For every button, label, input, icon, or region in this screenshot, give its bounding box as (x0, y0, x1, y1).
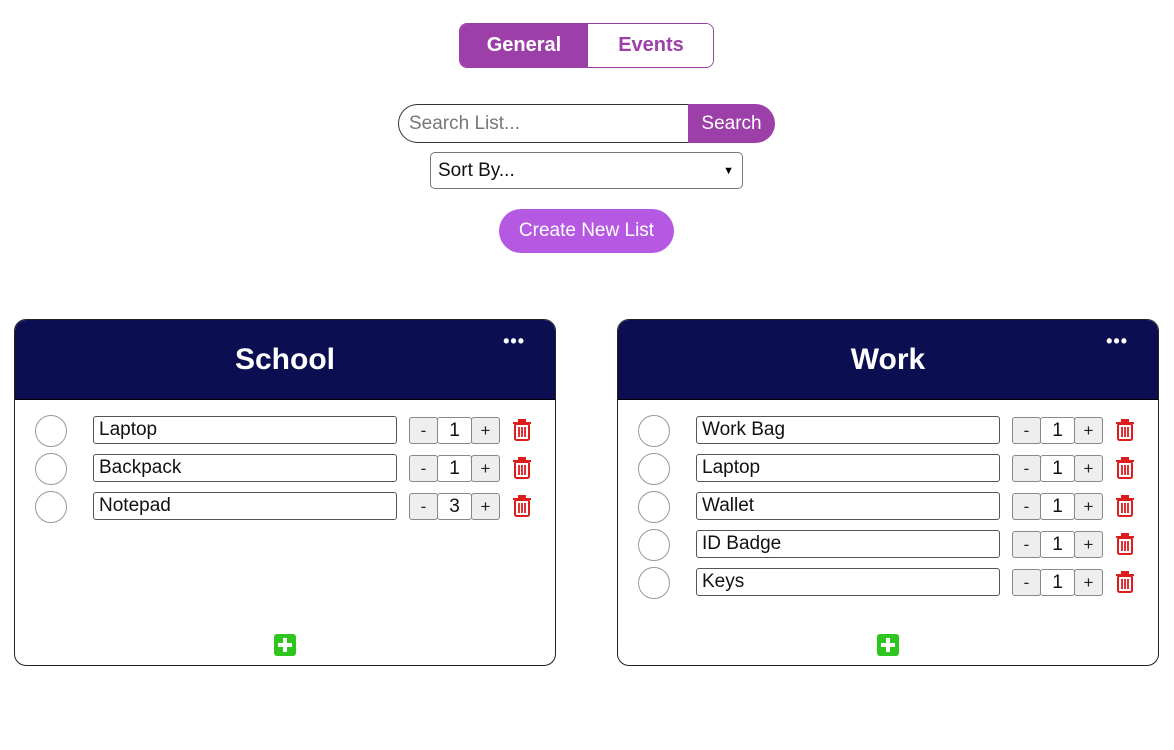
decrease-quantity-button[interactable]: - (1012, 569, 1041, 596)
add-item-icon[interactable] (274, 634, 296, 656)
list-title: Work (850, 342, 926, 376)
search-input[interactable] (398, 104, 688, 143)
item-check-circle[interactable] (638, 415, 670, 447)
decrease-quantity-button[interactable]: - (409, 455, 438, 482)
trash-icon[interactable] (1115, 570, 1135, 594)
list-items: -1+-1+-1+-1+-1+ (618, 415, 1158, 606)
item-name-input[interactable] (696, 568, 1000, 596)
item-check-circle[interactable] (35, 491, 67, 523)
dropdown-caret-icon: ▼ (723, 164, 734, 177)
list-item: -1+ (618, 453, 1158, 492)
quantity-value[interactable]: 1 (437, 455, 472, 482)
item-name-input[interactable] (93, 492, 397, 520)
decrease-quantity-button[interactable]: - (1012, 417, 1041, 444)
trash-icon[interactable] (512, 456, 532, 480)
more-options-icon[interactable]: ••• (1106, 332, 1128, 350)
item-name-input[interactable] (696, 416, 1000, 444)
quantity-value[interactable]: 1 (1040, 455, 1075, 482)
list-card-header: Work ••• (618, 320, 1158, 400)
item-name-input[interactable] (696, 454, 1000, 482)
decrease-quantity-button[interactable]: - (409, 417, 438, 444)
quantity-value[interactable]: 1 (1040, 569, 1075, 596)
list-item: -1+ (618, 415, 1158, 454)
trash-icon[interactable] (1115, 532, 1135, 556)
list-item: -1+ (15, 453, 555, 492)
decrease-quantity-button[interactable]: - (1012, 531, 1041, 558)
list-item: -1+ (618, 491, 1158, 530)
list-item: -3+ (15, 491, 555, 530)
item-check-circle[interactable] (35, 415, 67, 447)
quantity-value[interactable]: 3 (437, 493, 472, 520)
quantity-value[interactable]: 1 (1040, 493, 1075, 520)
list-card-header: School ••• (15, 320, 555, 400)
search-button[interactable]: Search (688, 104, 775, 143)
add-item-icon[interactable] (877, 634, 899, 656)
tab-general[interactable]: General (460, 24, 588, 67)
quantity-value[interactable]: 1 (1040, 417, 1075, 444)
item-name-input[interactable] (93, 454, 397, 482)
item-name-input[interactable] (93, 416, 397, 444)
list-card-work: Work•••-1+-1+-1+-1+-1+ (617, 319, 1159, 666)
item-check-circle[interactable] (638, 453, 670, 485)
increase-quantity-button[interactable]: + (471, 493, 500, 520)
trash-icon[interactable] (1115, 456, 1135, 480)
list-title: School (234, 342, 335, 376)
list-card-school: School•••-1+-1+-3+ (14, 319, 556, 666)
increase-quantity-button[interactable]: + (1074, 569, 1103, 596)
decrease-quantity-button[interactable]: - (1012, 493, 1041, 520)
create-new-list-button[interactable]: Create New List (499, 209, 674, 253)
list-item: -1+ (618, 529, 1158, 568)
tab-events[interactable]: Events (588, 24, 713, 67)
item-name-input[interactable] (696, 530, 1000, 558)
more-options-icon[interactable]: ••• (503, 332, 525, 350)
item-check-circle[interactable] (35, 453, 67, 485)
item-name-input[interactable] (696, 492, 1000, 520)
trash-icon[interactable] (1115, 418, 1135, 442)
quantity-value[interactable]: 1 (437, 417, 472, 444)
increase-quantity-button[interactable]: + (1074, 455, 1103, 482)
list-item: -1+ (15, 415, 555, 454)
list-item: -1+ (618, 567, 1158, 606)
list-type-tabs: General Events (459, 23, 714, 68)
search-bar: Search (398, 104, 775, 143)
increase-quantity-button[interactable]: + (471, 455, 500, 482)
list-items: -1+-1+-3+ (15, 415, 555, 530)
item-check-circle[interactable] (638, 529, 670, 561)
item-check-circle[interactable] (638, 491, 670, 523)
trash-icon[interactable] (512, 418, 532, 442)
decrease-quantity-button[interactable]: - (409, 493, 438, 520)
item-check-circle[interactable] (638, 567, 670, 599)
quantity-value[interactable]: 1 (1040, 531, 1075, 558)
sort-selected-value: Sort By... (438, 159, 515, 181)
trash-icon[interactable] (1115, 494, 1135, 518)
increase-quantity-button[interactable]: + (471, 417, 500, 444)
trash-icon[interactable] (512, 494, 532, 518)
increase-quantity-button[interactable]: + (1074, 493, 1103, 520)
increase-quantity-button[interactable]: + (1074, 417, 1103, 444)
sort-select[interactable]: Sort By... ▼ (430, 152, 743, 189)
increase-quantity-button[interactable]: + (1074, 531, 1103, 558)
decrease-quantity-button[interactable]: - (1012, 455, 1041, 482)
